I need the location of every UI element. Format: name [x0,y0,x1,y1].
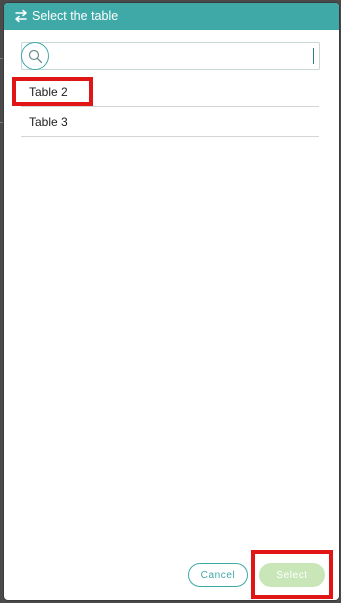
list-item-label: Table 3 [29,114,68,129]
list-item-table-3[interactable]: Table 3 [21,107,319,137]
list-item-table-2[interactable]: Table 2 [21,77,319,107]
search-box[interactable] [21,42,320,70]
swap-arrows-icon [14,9,28,23]
table-list: Table 2 Table 3 [21,77,319,137]
search-input[interactable] [54,45,298,67]
cancel-button[interactable]: Cancel [188,563,248,587]
search-icon[interactable] [21,42,49,70]
dialog-title: Select the table [32,9,119,23]
select-table-dialog: Select the table Table 2 Table 3 Cancel … [4,3,339,600]
list-item-label: Table 2 [29,84,68,99]
select-button[interactable]: Select [259,563,325,587]
dialog-header: Select the table [4,3,339,30]
text-cursor [313,48,314,64]
